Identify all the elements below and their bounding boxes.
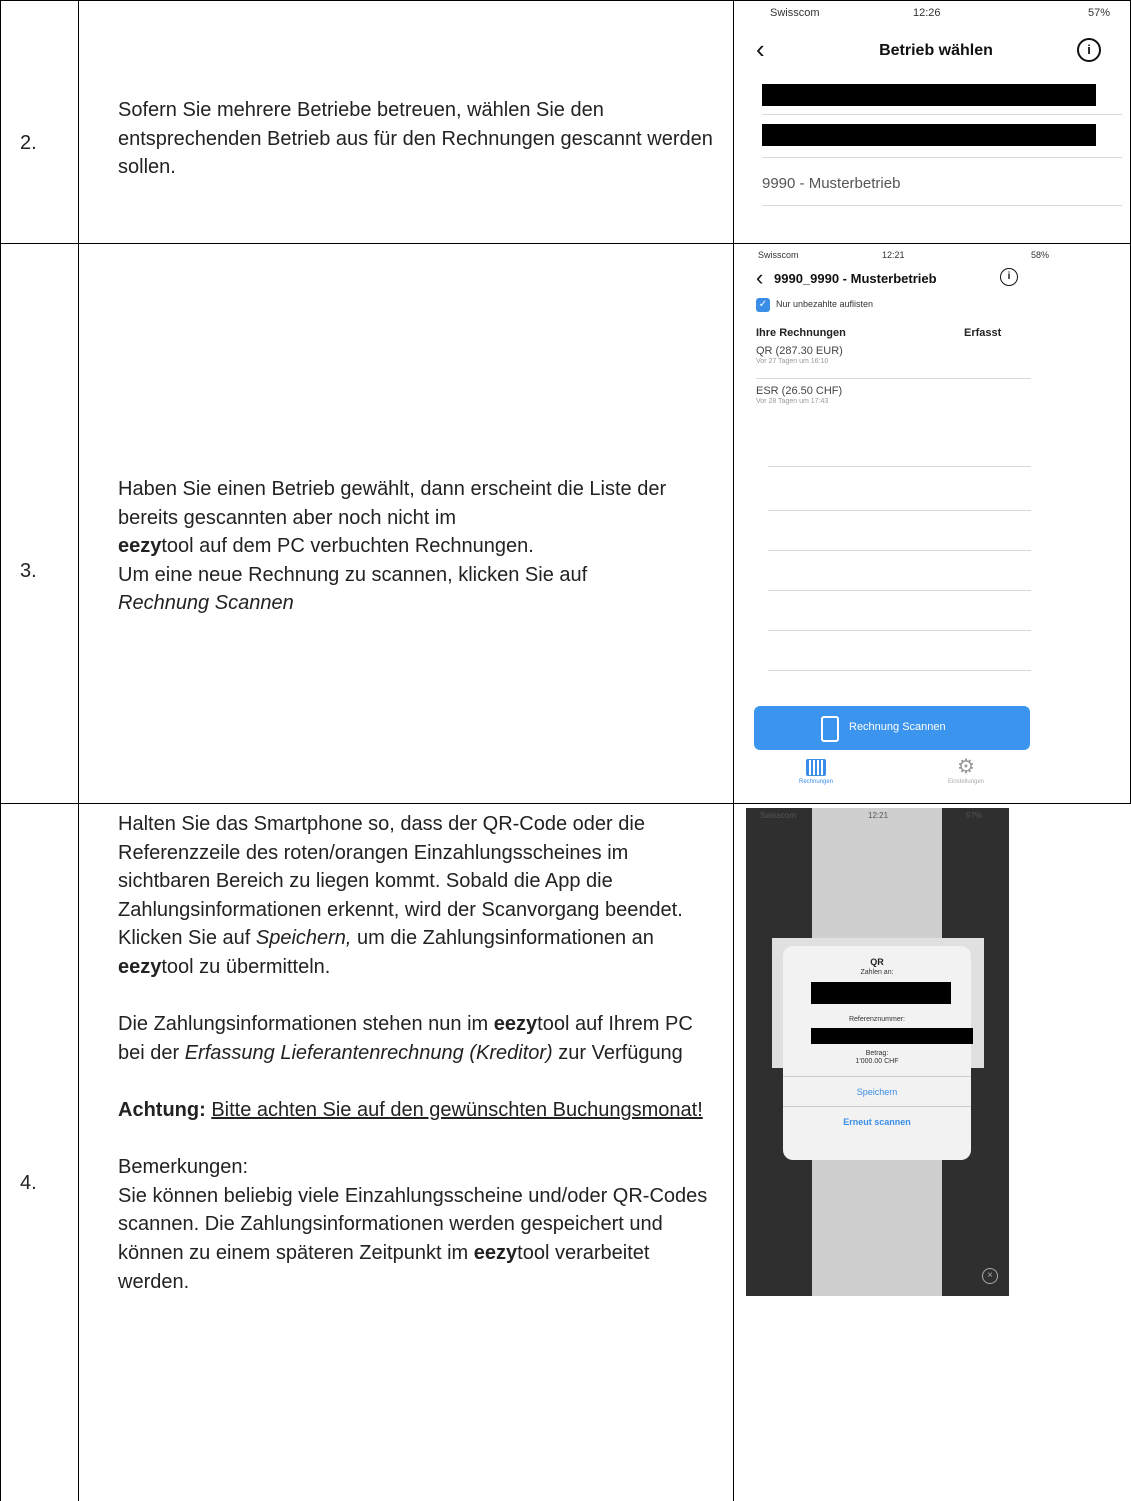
clock-label: 12:26 [913,7,941,19]
column-divider [78,0,79,1501]
step-text: Halten Sie das Smartphone so, dass der Q… [118,813,708,1293]
carrier-label: Swisscom [760,811,797,820]
invoice-subtitle: Vor 27 Tagen um 16:10 [756,358,829,365]
redacted-reference [811,1028,973,1044]
invoice-item[interactable]: ESR (26.50 CHF) Vor 28 Tagen um 17:43 [756,385,842,405]
list-separator [768,670,1031,671]
invoice-title: ESR (26.50 CHF) [756,385,843,397]
step-text: Sofern Sie mehrere Betriebe betreuen, wä… [118,99,713,179]
list-separator [768,630,1031,631]
step-number: 4. [20,1172,37,1194]
business-list-item[interactable]: 9990 - Musterbetrieb [762,175,900,192]
info-icon[interactable]: i [1000,268,1018,286]
step-number: 3. [20,560,37,582]
row-divider [0,803,1131,804]
pay-to-label: Zahlen an: [860,969,894,976]
instruction-table: 2. Sofern Sie mehrere Betriebe betreuen,… [0,0,1131,1501]
screenshot-invoice-list: Swisscom 12:21 58% ‹ 9990_9990 - Musterb… [746,247,1126,800]
redacted-recipient [811,982,951,1004]
dialog-separator [783,1106,971,1107]
scan-phone-icon [821,716,839,742]
checkbox-label: Nur unbezahlte auflisten [776,299,874,309]
list-separator [762,157,1122,158]
scan-invoice-button[interactable]: Rechnung Scannen [754,706,1030,750]
amount-value: 1'000.00 CHF [855,1058,899,1065]
carrier-label: Swisscom [770,7,820,19]
list-separator [768,550,1031,551]
screen-title: Betrieb wählen [879,42,993,59]
battery-label: 57% [1088,7,1111,19]
redacted-business-1[interactable] [762,84,1096,106]
battery-label: 57% [966,811,983,820]
reference-label: Referenznummer: [848,1016,906,1023]
close-icon[interactable]: × [982,1268,998,1284]
invoice-title: QR (287.30 EUR) [756,345,843,357]
rescan-button[interactable]: Erneut scannen [783,1117,971,1127]
column-header-captured: Erfasst [964,327,1002,339]
list-separator [762,205,1122,206]
list-separator [768,590,1031,591]
amount-label: Betrag: [865,1050,889,1057]
dialog-separator [783,1076,971,1077]
list-separator [768,510,1031,511]
table-border-top [0,0,1131,1]
tab-settings[interactable]: ⚙ Einstellungen [936,757,996,785]
invoice-subtitle: Vor 28 Tagen um 17:43 [756,398,829,405]
save-button[interactable]: Speichern [783,1087,971,1097]
tab-invoices-label: Rechnungen [798,779,834,785]
gear-icon: ⚙ [957,756,975,778]
list-separator [756,378,1031,379]
tab-settings-label: Einstellungen [947,779,985,785]
clock-label: 12:21 [882,250,905,260]
list-separator [762,114,1122,115]
step-number: 2. [20,132,37,154]
redacted-business-2[interactable] [762,124,1096,146]
column-divider [733,0,734,1501]
invoice-item[interactable]: QR (287.30 EUR) Vor 27 Tagen um 16:10 [756,345,843,365]
back-chevron-icon[interactable]: ‹ [756,265,763,291]
battery-label: 58% [1031,250,1050,260]
tab-invoices[interactable]: Rechnungen [786,759,846,785]
list-separator [768,466,1031,467]
carrier-label: Swisscom [758,250,799,260]
step-text: Haben Sie einen Betrieb gewählt, dann er… [118,478,667,615]
barcode-icon [806,759,826,776]
clock-label: 12:21 [868,811,889,820]
scan-result-dialog: QR Zahlen an: Referenznummer: Betrag: 1'… [783,946,973,1160]
column-divider [0,0,1,1501]
row-divider [0,243,1131,244]
screen-title: 9990_9990 - Musterbetrieb [774,271,937,286]
column-header-invoices: Ihre Rechnungen [756,327,846,339]
dialog-title: QR [870,957,884,967]
scan-button-label: Rechnung Scannen [849,721,946,733]
info-icon[interactable]: i [1077,38,1101,62]
screenshot-scan-result: Swisscom 12:21 57% QR Zahlen an: Referen… [746,808,1009,1296]
checkbox-checked-icon[interactable]: ✓ [756,298,770,312]
screenshot-select-business: Swisscom 12:26 57% ‹ Betrieb wählen i 99… [746,4,1126,240]
